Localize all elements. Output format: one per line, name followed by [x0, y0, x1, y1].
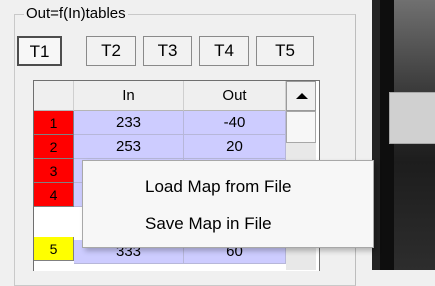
row-index-2[interactable]: 2 [34, 135, 74, 159]
table-scroll-thumb[interactable] [286, 111, 316, 143]
menu-item-load-map[interactable]: Load Map from File [145, 177, 291, 197]
menu-item-save-map[interactable]: Save Map in File [145, 214, 272, 234]
cell-out-1[interactable]: -40 [184, 111, 286, 135]
column-header-in[interactable]: In [74, 81, 184, 111]
column-header-out[interactable]: Out [184, 81, 286, 111]
tab-t3[interactable]: T3 [143, 36, 192, 66]
groupbox-title: Out=f(In)tables [24, 5, 128, 22]
cell-in-2[interactable]: 253 [74, 135, 184, 159]
cell-out-2[interactable]: 20 [184, 135, 286, 159]
scroll-up-button[interactable] [286, 81, 316, 111]
tab-t2[interactable]: T2 [86, 36, 136, 66]
row-index-4[interactable]: 4 [34, 183, 74, 207]
corner-header [34, 81, 74, 111]
side-scrollbar-thumb[interactable] [389, 92, 435, 144]
row-index-5[interactable]: 5 [34, 237, 74, 261]
row-index-1[interactable]: 1 [34, 111, 74, 135]
context-menu: Load Map from File Save Map in File [82, 160, 374, 248]
tab-t4[interactable]: T4 [199, 36, 249, 66]
tab-t5[interactable]: T5 [256, 36, 314, 66]
row-index-3[interactable]: 3 [34, 159, 74, 183]
tab-t1[interactable]: T1 [17, 36, 62, 66]
cell-in-1[interactable]: 233 [74, 111, 184, 135]
